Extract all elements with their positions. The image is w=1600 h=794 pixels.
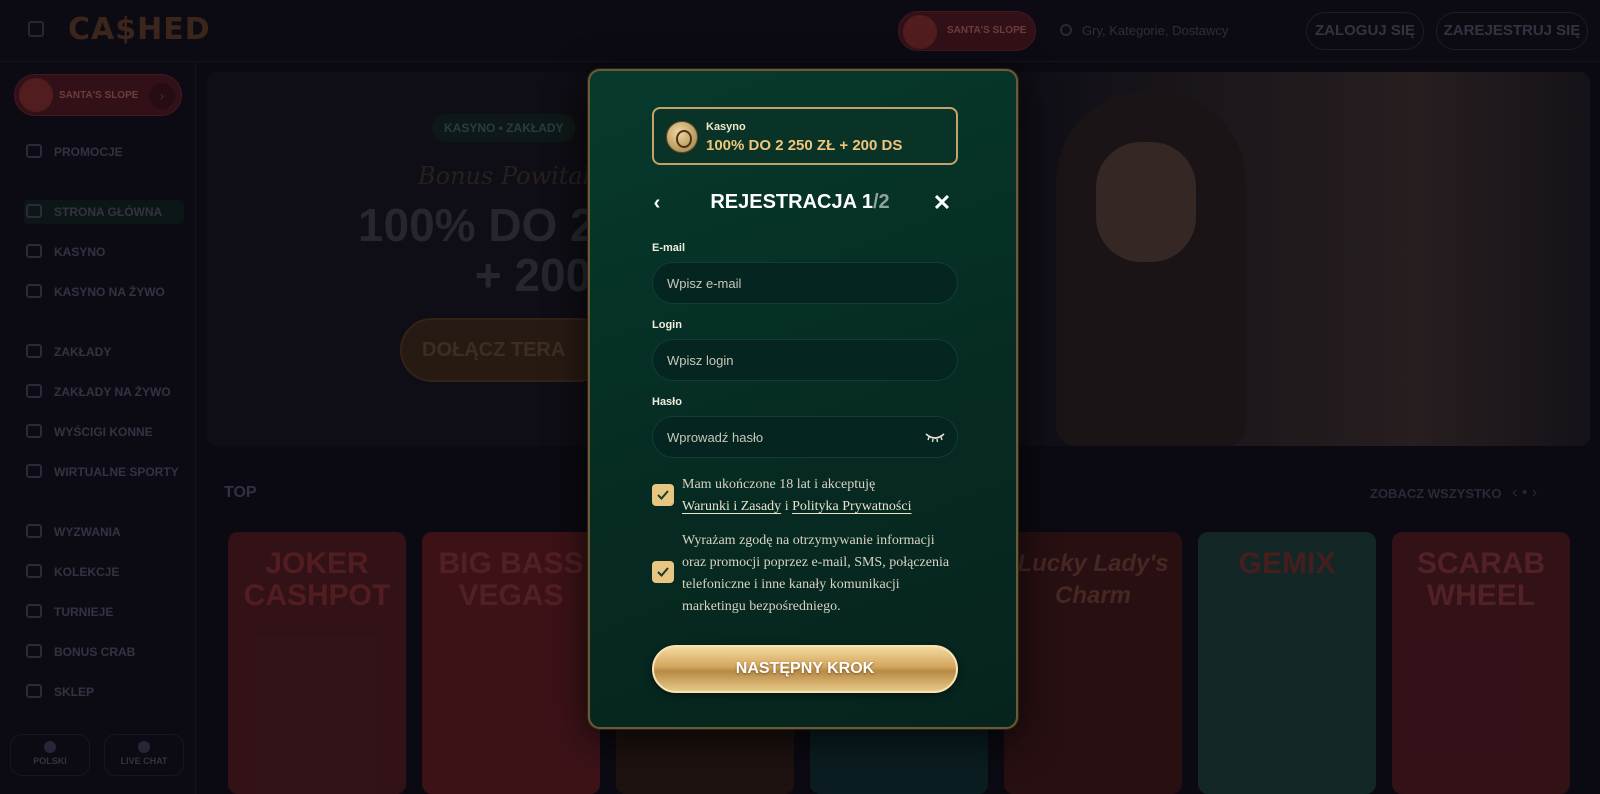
terms-text-line: Mam ukończone 18 lat i akceptuję	[682, 477, 876, 492]
password-label: Hasło	[652, 396, 682, 408]
password-input[interactable]	[653, 417, 957, 457]
casino-coin-icon	[666, 121, 698, 153]
terms-checkbox[interactable]	[652, 484, 674, 506]
next-step-button[interactable]: NASTĘPNY KROK	[652, 645, 958, 693]
login-input[interactable]	[653, 340, 957, 380]
marketing-consent-text: Wyrażam zgodę na otrzymywanie informacji…	[682, 533, 950, 614]
back-arrow-icon[interactable]: ‹	[646, 191, 668, 215]
modal-title-step: REJESTRACJA 1	[710, 191, 873, 213]
email-field[interactable]	[652, 262, 958, 304]
marketing-consent-checkbox[interactable]	[652, 561, 674, 583]
modal-title-total: /2	[872, 191, 890, 213]
close-icon[interactable]: ✕	[930, 191, 954, 215]
bonus-offer: 100% DO 2 250 ZŁ + 200 DS	[706, 137, 903, 154]
app-root: CA$HED SANTA'S SLOPE Gry, Kategorie, Dos…	[0, 0, 1600, 794]
modal-title: REJESTRACJA 1/2	[680, 191, 920, 214]
terms-text: Mam ukończone 18 lat i akceptuję Warunki…	[682, 474, 942, 518]
terms-and: i	[781, 499, 793, 514]
privacy-policy-link[interactable]: Polityka Prywatności	[792, 499, 911, 514]
email-label: E-mail	[652, 242, 686, 254]
hide-password-icon[interactable]	[925, 431, 945, 443]
password-field[interactable]	[652, 416, 958, 458]
login-label: Login	[652, 319, 682, 331]
email-input[interactable]	[653, 263, 957, 303]
bonus-offer-card[interactable]: Kasyno 100% DO 2 250 ZŁ + 200 DS	[652, 107, 958, 165]
login-field[interactable]	[652, 339, 958, 381]
bonus-category: Kasyno	[706, 121, 746, 133]
registration-modal: Kasyno 100% DO 2 250 ZŁ + 200 DS ‹ REJES…	[588, 69, 1018, 729]
terms-link[interactable]: Warunki i Zasady	[682, 499, 781, 514]
